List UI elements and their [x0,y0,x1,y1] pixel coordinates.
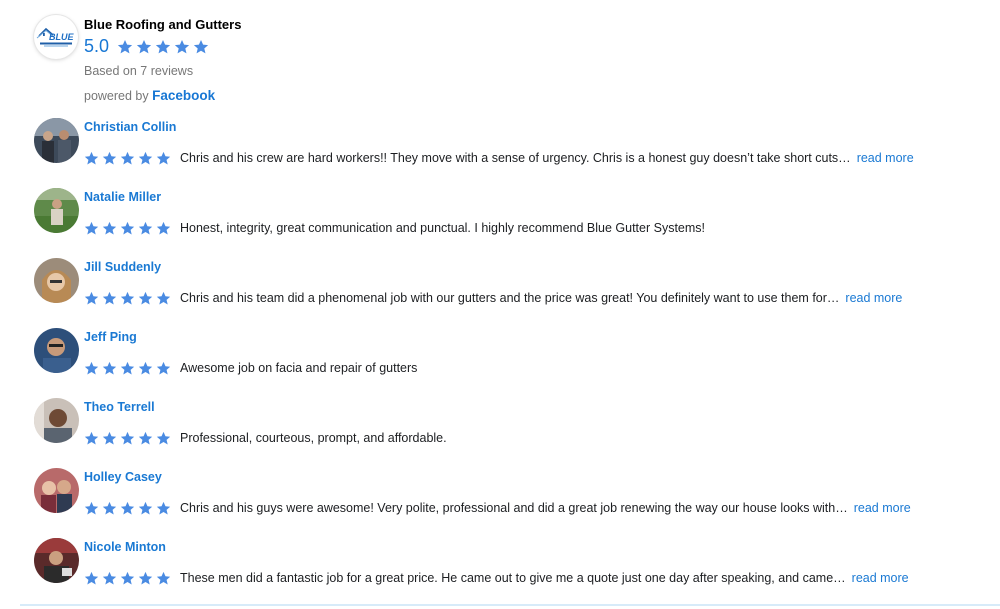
reviewer-avatar[interactable] [34,398,79,443]
business-header: BLUE Blue Roofing and Gutters 5.0 Based … [34,12,634,112]
review-rating-stars [84,361,174,376]
star-icon [120,151,135,164]
powered-by-prefix: powered by [84,89,149,103]
business-logo[interactable]: BLUE [34,15,78,59]
review-body: Chris and his crew are hard workers!! Th… [84,149,914,167]
powered-by: powered by Facebook [84,88,215,103]
reviewer-avatar[interactable] [34,328,79,373]
review-body: Professional, courteous, prompt, and aff… [84,429,447,447]
star-icon [156,361,171,374]
reviewer-name[interactable]: Nicole Minton [84,540,166,554]
star-icon [155,39,171,53]
reviewer-name[interactable]: Natalie Miller [84,190,161,204]
star-icon [120,221,135,234]
reviewer-avatar[interactable] [34,468,79,513]
star-icon [138,361,153,374]
star-icon [102,501,117,514]
star-icon [156,291,171,304]
star-icon [174,39,190,53]
review-rating-stars [84,151,174,166]
review-text: Awesome job on facia and repair of gutte… [180,361,418,375]
review-text: Professional, courteous, prompt, and aff… [180,431,447,445]
read-more-link[interactable]: read more [857,151,914,165]
star-icon [102,221,117,234]
reviewer-avatar[interactable] [34,258,79,303]
business-name[interactable]: Blue Roofing and Gutters [84,17,241,32]
star-icon [102,291,117,304]
star-icon [84,151,99,164]
reviewer-avatar[interactable] [34,188,79,233]
review-rating-stars [84,501,174,516]
reviewer-name[interactable]: Jeff Ping [84,330,137,344]
star-icon [120,361,135,374]
reviewer-avatar[interactable] [34,538,79,583]
reviewer-name[interactable]: Christian Collin [84,120,176,134]
rating-stars [117,39,212,55]
review-item: Jill Suddenly Chris and his team did a ph… [34,258,994,328]
star-icon [84,361,99,374]
star-icon [156,571,171,584]
star-icon [120,571,135,584]
star-icon [84,221,99,234]
review-item: Holley Casey Chris and his guys were awes… [34,468,994,538]
read-more-link[interactable]: read more [852,571,909,585]
star-icon [138,291,153,304]
star-icon [102,571,117,584]
star-icon [156,501,171,514]
review-body: Chris and his team did a phenomenal job … [84,289,902,307]
review-count: Based on 7 reviews [84,64,194,78]
star-icon [138,431,153,444]
star-icon [84,571,99,584]
business-logo-image: BLUE [36,27,74,47]
star-icon [102,151,117,164]
review-text: Chris and his crew are hard workers!! Th… [180,151,851,165]
review-item: Jeff Ping Awesome job on facia and repair… [34,328,994,398]
rating-value: 5.0 [84,36,110,56]
reviewer-name[interactable]: Holley Casey [84,470,162,484]
star-icon [102,431,117,444]
reviewer-name[interactable]: Theo Terrell [84,400,155,414]
overall-rating: 5.0 [84,36,212,57]
star-icon [156,431,171,444]
star-icon [84,501,99,514]
review-body: Awesome job on facia and repair of gutte… [84,359,417,377]
star-icon [156,221,171,234]
star-icon [193,39,209,53]
review-body: These men did a fantastic job for a grea… [84,569,909,587]
review-item: Natalie Miller Honest, integrity, great c… [34,188,994,258]
star-icon [120,431,135,444]
review-rating-stars [84,431,174,446]
facebook-link[interactable]: Facebook [152,88,215,103]
review-item: Theo Terrell Professional, courteous, pro… [34,398,994,468]
review-body: Honest, integrity, great communication a… [84,219,705,237]
star-icon [84,431,99,444]
star-icon [156,151,171,164]
review-rating-stars [84,291,174,306]
star-icon [117,39,133,53]
read-more-link[interactable]: read more [845,291,902,305]
star-icon [138,501,153,514]
star-icon [138,221,153,234]
star-icon [84,291,99,304]
review-rating-stars [84,571,174,586]
star-icon [120,291,135,304]
review-text: Chris and his team did a phenomenal job … [180,291,840,305]
star-icon [136,39,152,53]
review-item: Christian Collin Chris and his crew are h… [34,118,994,188]
review-text: These men did a fantastic job for a grea… [180,571,846,585]
review-text: Honest, integrity, great communication a… [180,221,706,235]
star-icon [102,361,117,374]
bottom-divider [20,604,1000,606]
review-text: Chris and his guys were awesome! Very po… [180,501,848,515]
review-body: Chris and his guys were awesome! Very po… [84,499,911,517]
review-item: Nicole Minton These men did a fantastic j… [34,538,994,608]
reviewer-name[interactable]: Jill Suddenly [84,260,161,274]
star-icon [138,571,153,584]
reviewer-avatar[interactable] [34,118,79,163]
star-icon [138,151,153,164]
star-icon [120,501,135,514]
review-rating-stars [84,221,174,236]
svg-text:BLUE: BLUE [49,32,74,42]
read-more-link[interactable]: read more [854,501,911,515]
